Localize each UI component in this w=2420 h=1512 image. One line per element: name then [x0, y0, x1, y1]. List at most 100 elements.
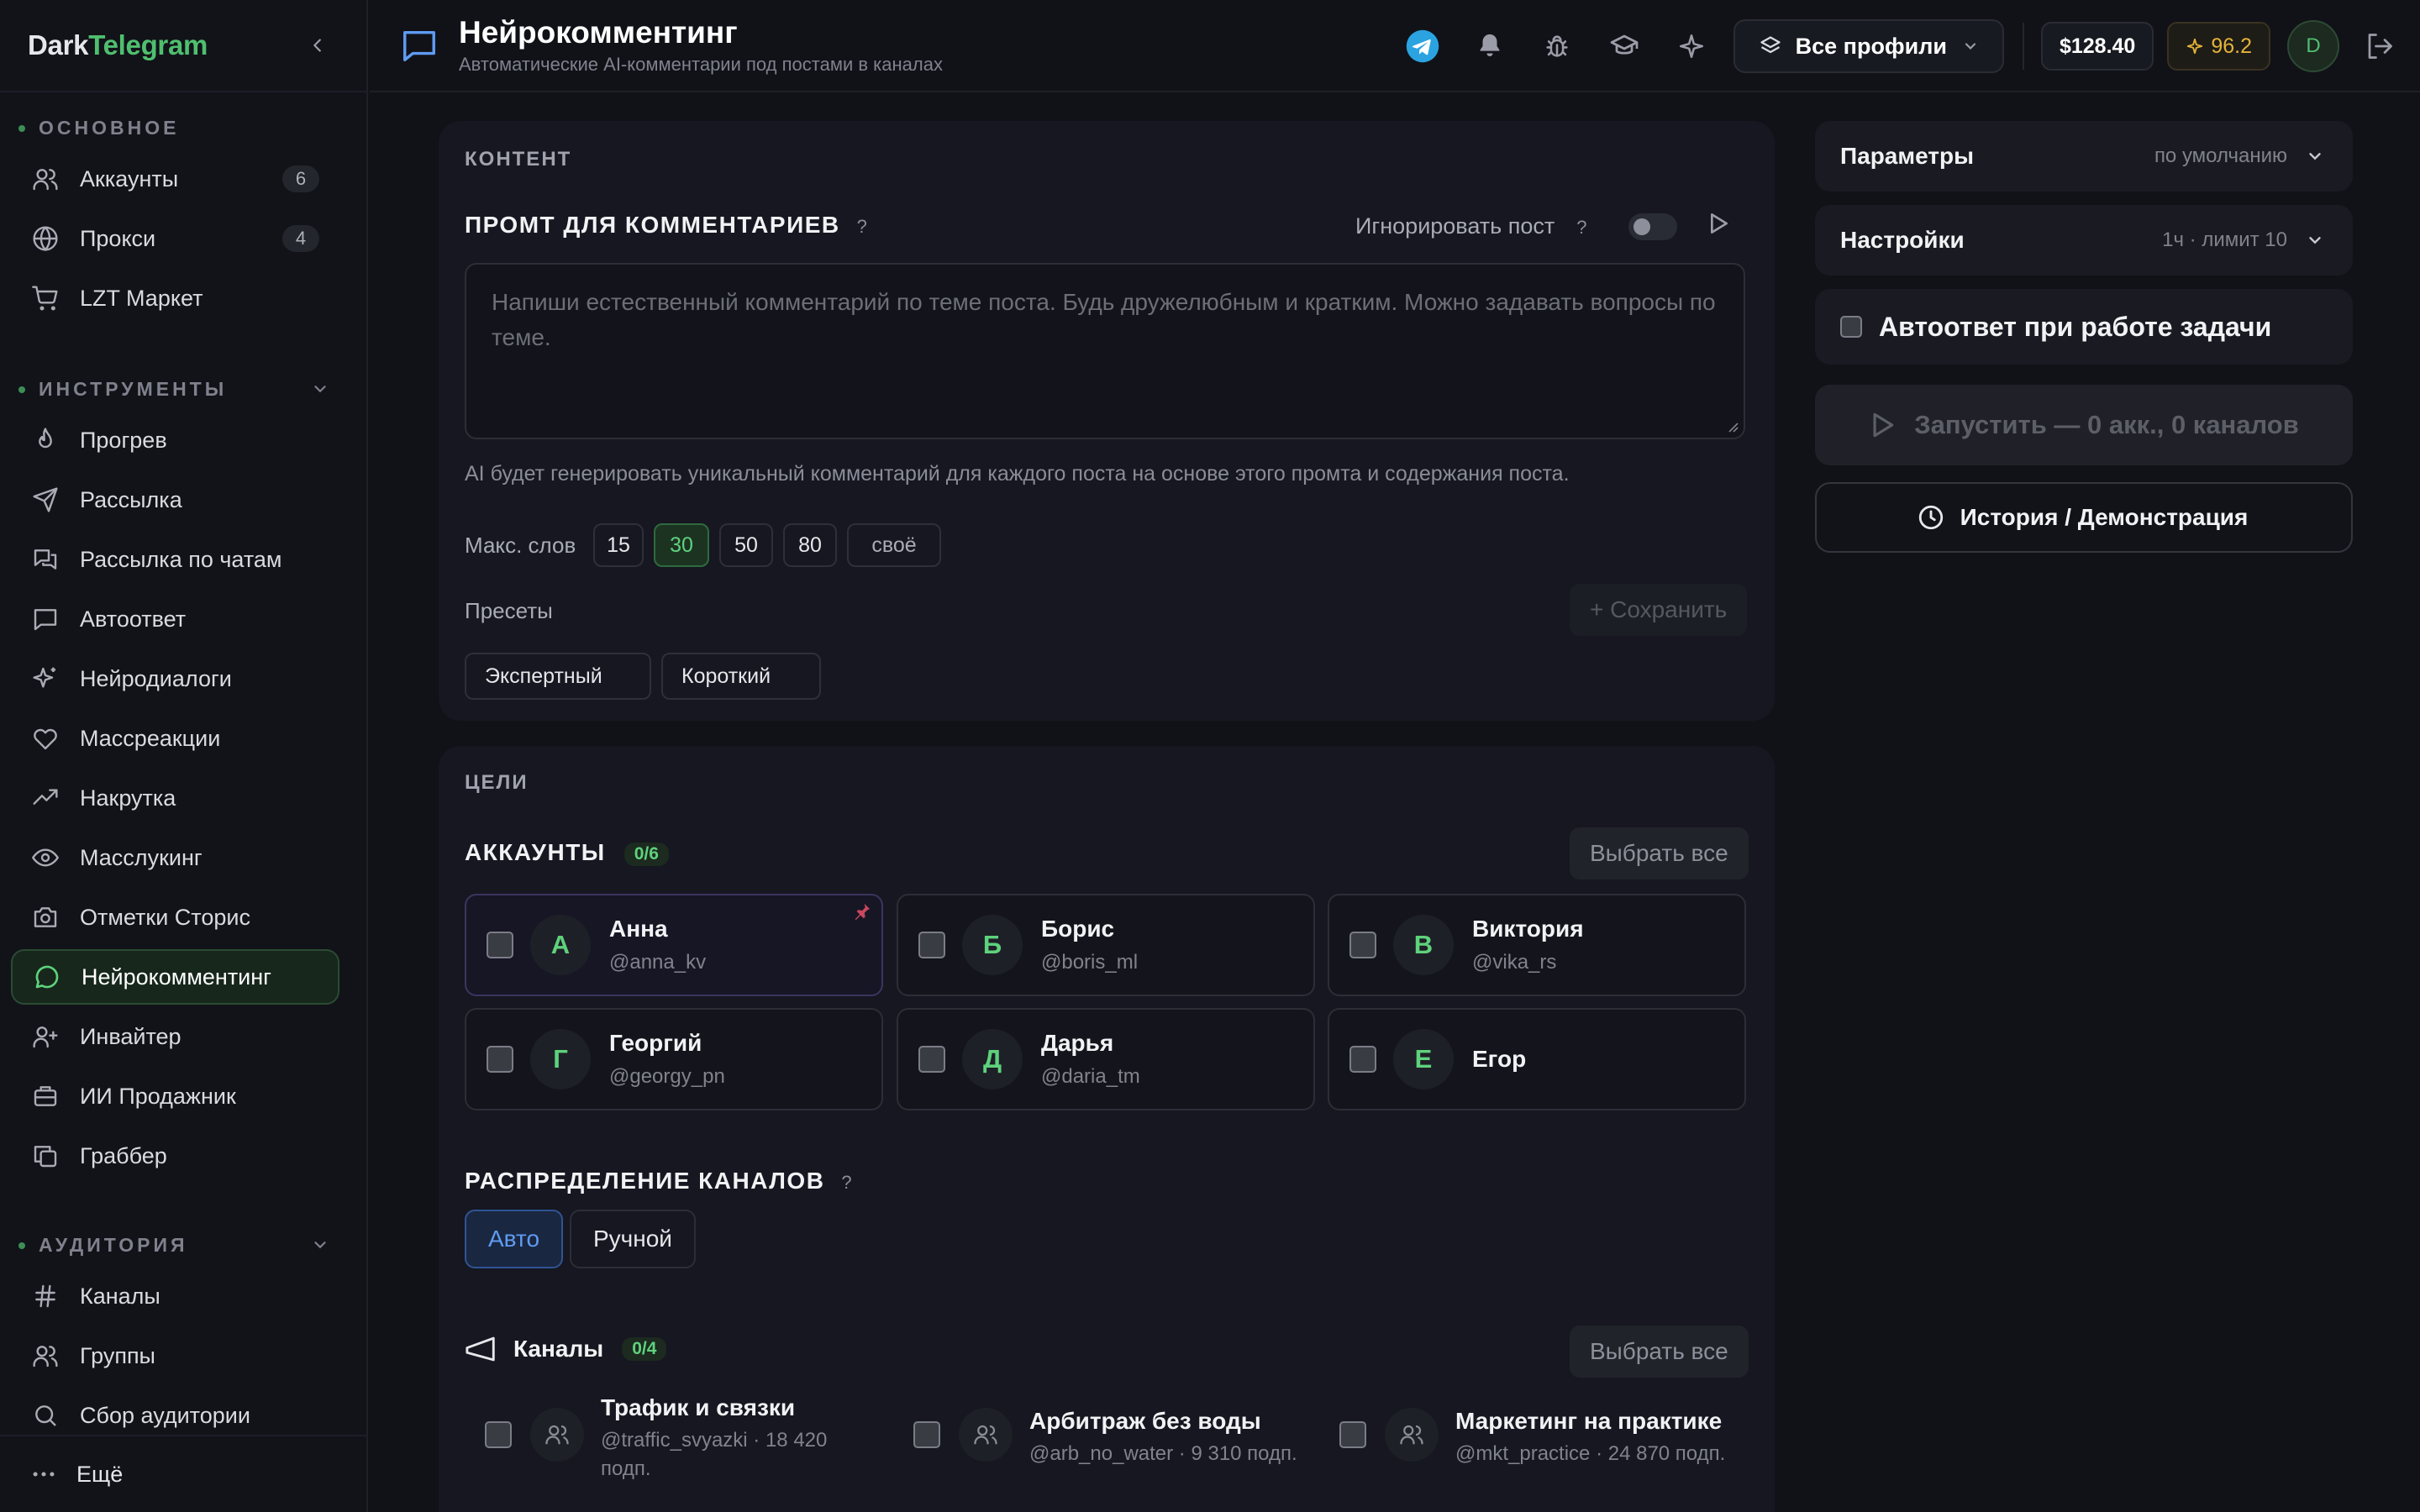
- sidebar-item-neurodialogs[interactable]: Нейродиалоги: [11, 651, 339, 706]
- help-icon[interactable]: ?: [1576, 217, 1586, 238]
- hash-icon: [29, 1280, 61, 1312]
- account-avatar: Б: [962, 915, 1023, 975]
- ignore-post-toggle[interactable]: [1628, 213, 1677, 240]
- history-label: История / Демонстрация: [1960, 504, 2249, 530]
- account-checkbox[interactable]: [918, 1046, 945, 1073]
- channel-item[interactable]: Трафик и связки @traffic_svyazki · 18 420…: [485, 1394, 871, 1483]
- settings-accordion[interactable]: Настройки 1ч · лимит 10: [1815, 205, 2353, 276]
- logout-button[interactable]: [2346, 13, 2413, 80]
- preset-chip[interactable]: Короткий: [661, 653, 821, 700]
- chevron-down-icon: [314, 386, 326, 393]
- channel-avatar: [1385, 1408, 1439, 1462]
- account-checkbox[interactable]: [1349, 1046, 1376, 1073]
- pin-icon[interactable]: [853, 902, 871, 921]
- account-checkbox[interactable]: [487, 932, 513, 958]
- max-words-50[interactable]: 50: [719, 523, 773, 567]
- account-card[interactable]: Д Дарья @daria_tm: [897, 1008, 1315, 1110]
- preview-button[interactable]: [1704, 210, 1738, 244]
- max-words-30[interactable]: 30: [654, 523, 709, 567]
- channel-item[interactable]: Маркетинг на практике @mkt_practice · 24 …: [1339, 1408, 1776, 1468]
- telegram-icon: [1406, 29, 1439, 63]
- account-name: Борис: [1041, 916, 1115, 942]
- sidebar-more-button[interactable]: Ещё: [0, 1435, 366, 1512]
- user-avatar[interactable]: D: [2287, 20, 2339, 72]
- max-words-80[interactable]: 80: [783, 523, 837, 567]
- account-card[interactable]: А Анна @anna_kv: [465, 894, 883, 996]
- autoreply-checkbox[interactable]: [1840, 316, 1862, 338]
- help-icon[interactable]: ?: [857, 216, 867, 237]
- balance-value: $128.40: [2059, 34, 2136, 58]
- account-card[interactable]: Г Георгий @georgy_pn: [465, 1008, 883, 1110]
- sidebar-item-massreactions[interactable]: Массреакции: [11, 711, 339, 766]
- channel-checkbox[interactable]: [1339, 1421, 1366, 1448]
- sidebar-item-neurocommenting[interactable]: Нейрокомментинг: [11, 949, 339, 1005]
- help-icon[interactable]: ?: [841, 1172, 851, 1193]
- distribution-title: РАСПРЕДЕЛЕНИЕ КАНАЛОВ?: [465, 1168, 852, 1194]
- sidebar-item-mailing[interactable]: Рассылка: [11, 472, 339, 528]
- max-words-label: Макс. слов: [465, 533, 576, 558]
- ai-assistant-button[interactable]: [1658, 13, 1725, 80]
- distribution-manual-button[interactable]: Ручной: [570, 1210, 696, 1268]
- save-preset-button[interactable]: + Сохранить: [1570, 584, 1748, 636]
- sidebar-item-label: ИИ Продажник: [80, 1083, 236, 1109]
- sidebar-item-inviter[interactable]: Инвайтер: [11, 1009, 339, 1064]
- preset-chip[interactable]: Экспертный: [465, 653, 651, 700]
- distribution-auto-button[interactable]: Авто: [465, 1210, 564, 1268]
- params-title: Параметры: [1840, 143, 1975, 169]
- account-card[interactable]: Б Борис @boris_ml: [897, 894, 1315, 996]
- max-words-15[interactable]: 15: [593, 523, 644, 567]
- history-button[interactable]: История / Демонстрация: [1815, 482, 2353, 553]
- sidebar-item-chat-mailing[interactable]: Рассылка по чатам: [11, 532, 339, 587]
- sidebar-item-autoreply[interactable]: Автоответ: [11, 591, 339, 647]
- sidebar-item-masslooking[interactable]: Масслукинг: [11, 830, 339, 885]
- sidebar-item-ai-seller[interactable]: ИИ Продажник: [11, 1068, 339, 1124]
- sidebar-item-proxy[interactable]: Прокси 4: [11, 211, 339, 266]
- users-icon: [974, 1425, 997, 1445]
- content-section-label: КОНТЕНТ: [465, 148, 572, 171]
- page-title-block: Нейрокомментинг Автоматические AI-коммен…: [459, 15, 943, 76]
- params-accordion[interactable]: Параметры по умолчанию: [1815, 121, 2353, 192]
- account-card[interactable]: Е Егор: [1328, 1008, 1746, 1110]
- message-circle-icon: [31, 961, 63, 993]
- autoreply-option[interactable]: Автоответ при работе задачи: [1815, 289, 2353, 365]
- channel-item[interactable]: Арбитраж без воды @arb_no_water · 9 310 п…: [913, 1408, 1334, 1468]
- bug-report-button[interactable]: [1523, 13, 1591, 80]
- resize-handle-icon[interactable]: [1727, 421, 1739, 433]
- account-name: Виктория: [1472, 916, 1584, 942]
- sidebar-item-accounts[interactable]: Аккаунты 6: [11, 151, 339, 207]
- select-all-accounts-button[interactable]: Выбрать все: [1570, 827, 1749, 879]
- profile-select[interactable]: Все профили: [1733, 19, 2004, 73]
- account-checkbox[interactable]: [487, 1046, 513, 1073]
- max-words-custom[interactable]: своё: [847, 523, 941, 567]
- learning-button[interactable]: [1591, 13, 1658, 80]
- account-checkbox[interactable]: [918, 932, 945, 958]
- sidebar-item-boost[interactable]: Накрутка: [11, 770, 339, 826]
- notifications-button[interactable]: [1456, 13, 1523, 80]
- sidebar-item-grabber[interactable]: Граббер: [11, 1128, 339, 1184]
- sidebar-section-audience[interactable]: АУДИТОРИЯ: [0, 1228, 366, 1262]
- megaphone-icon: [466, 1336, 495, 1362]
- message-square-icon: [403, 30, 435, 61]
- select-all-channels-button[interactable]: Выбрать все: [1570, 1326, 1749, 1378]
- channel-name: Маркетинг на практике: [1455, 1408, 1723, 1434]
- channel-checkbox[interactable]: [485, 1421, 512, 1448]
- sidebar-item-groups[interactable]: Группы: [11, 1328, 339, 1383]
- collapse-sidebar-button[interactable]: [302, 30, 333, 60]
- sidebar-item-label: Отметки Сторис: [80, 904, 250, 930]
- sidebar-item-warmup[interactable]: Прогрев: [11, 412, 339, 468]
- account-card[interactable]: В Виктория @vika_rs: [1328, 894, 1746, 996]
- app-logo[interactable]: DarkTelegram: [28, 29, 208, 61]
- sidebar-section-tools[interactable]: ИНСТРУМЕНТЫ: [0, 372, 366, 406]
- channel-checkbox[interactable]: [913, 1421, 940, 1448]
- top-actions: Все профили $128.40 96.2 D: [1389, 0, 2420, 92]
- sidebar-item-lzt-market[interactable]: LZT Маркет: [11, 270, 339, 326]
- account-checkbox[interactable]: [1349, 932, 1376, 958]
- run-button[interactable]: Запустить — 0 акк., 0 каналов: [1815, 385, 2353, 465]
- sidebar-item-story-tags[interactable]: Отметки Сторис: [11, 890, 339, 945]
- balance-badge[interactable]: $128.40: [2040, 22, 2154, 71]
- telegram-button[interactable]: [1389, 13, 1456, 80]
- prompt-textarea[interactable]: Напиши естественный комментарий по теме …: [465, 263, 1745, 439]
- points-badge[interactable]: 96.2: [2167, 22, 2270, 71]
- channel-meta: @traffic_svyazki · 18 420 подп.: [601, 1426, 827, 1483]
- sidebar-item-channels[interactable]: Каналы: [11, 1268, 339, 1324]
